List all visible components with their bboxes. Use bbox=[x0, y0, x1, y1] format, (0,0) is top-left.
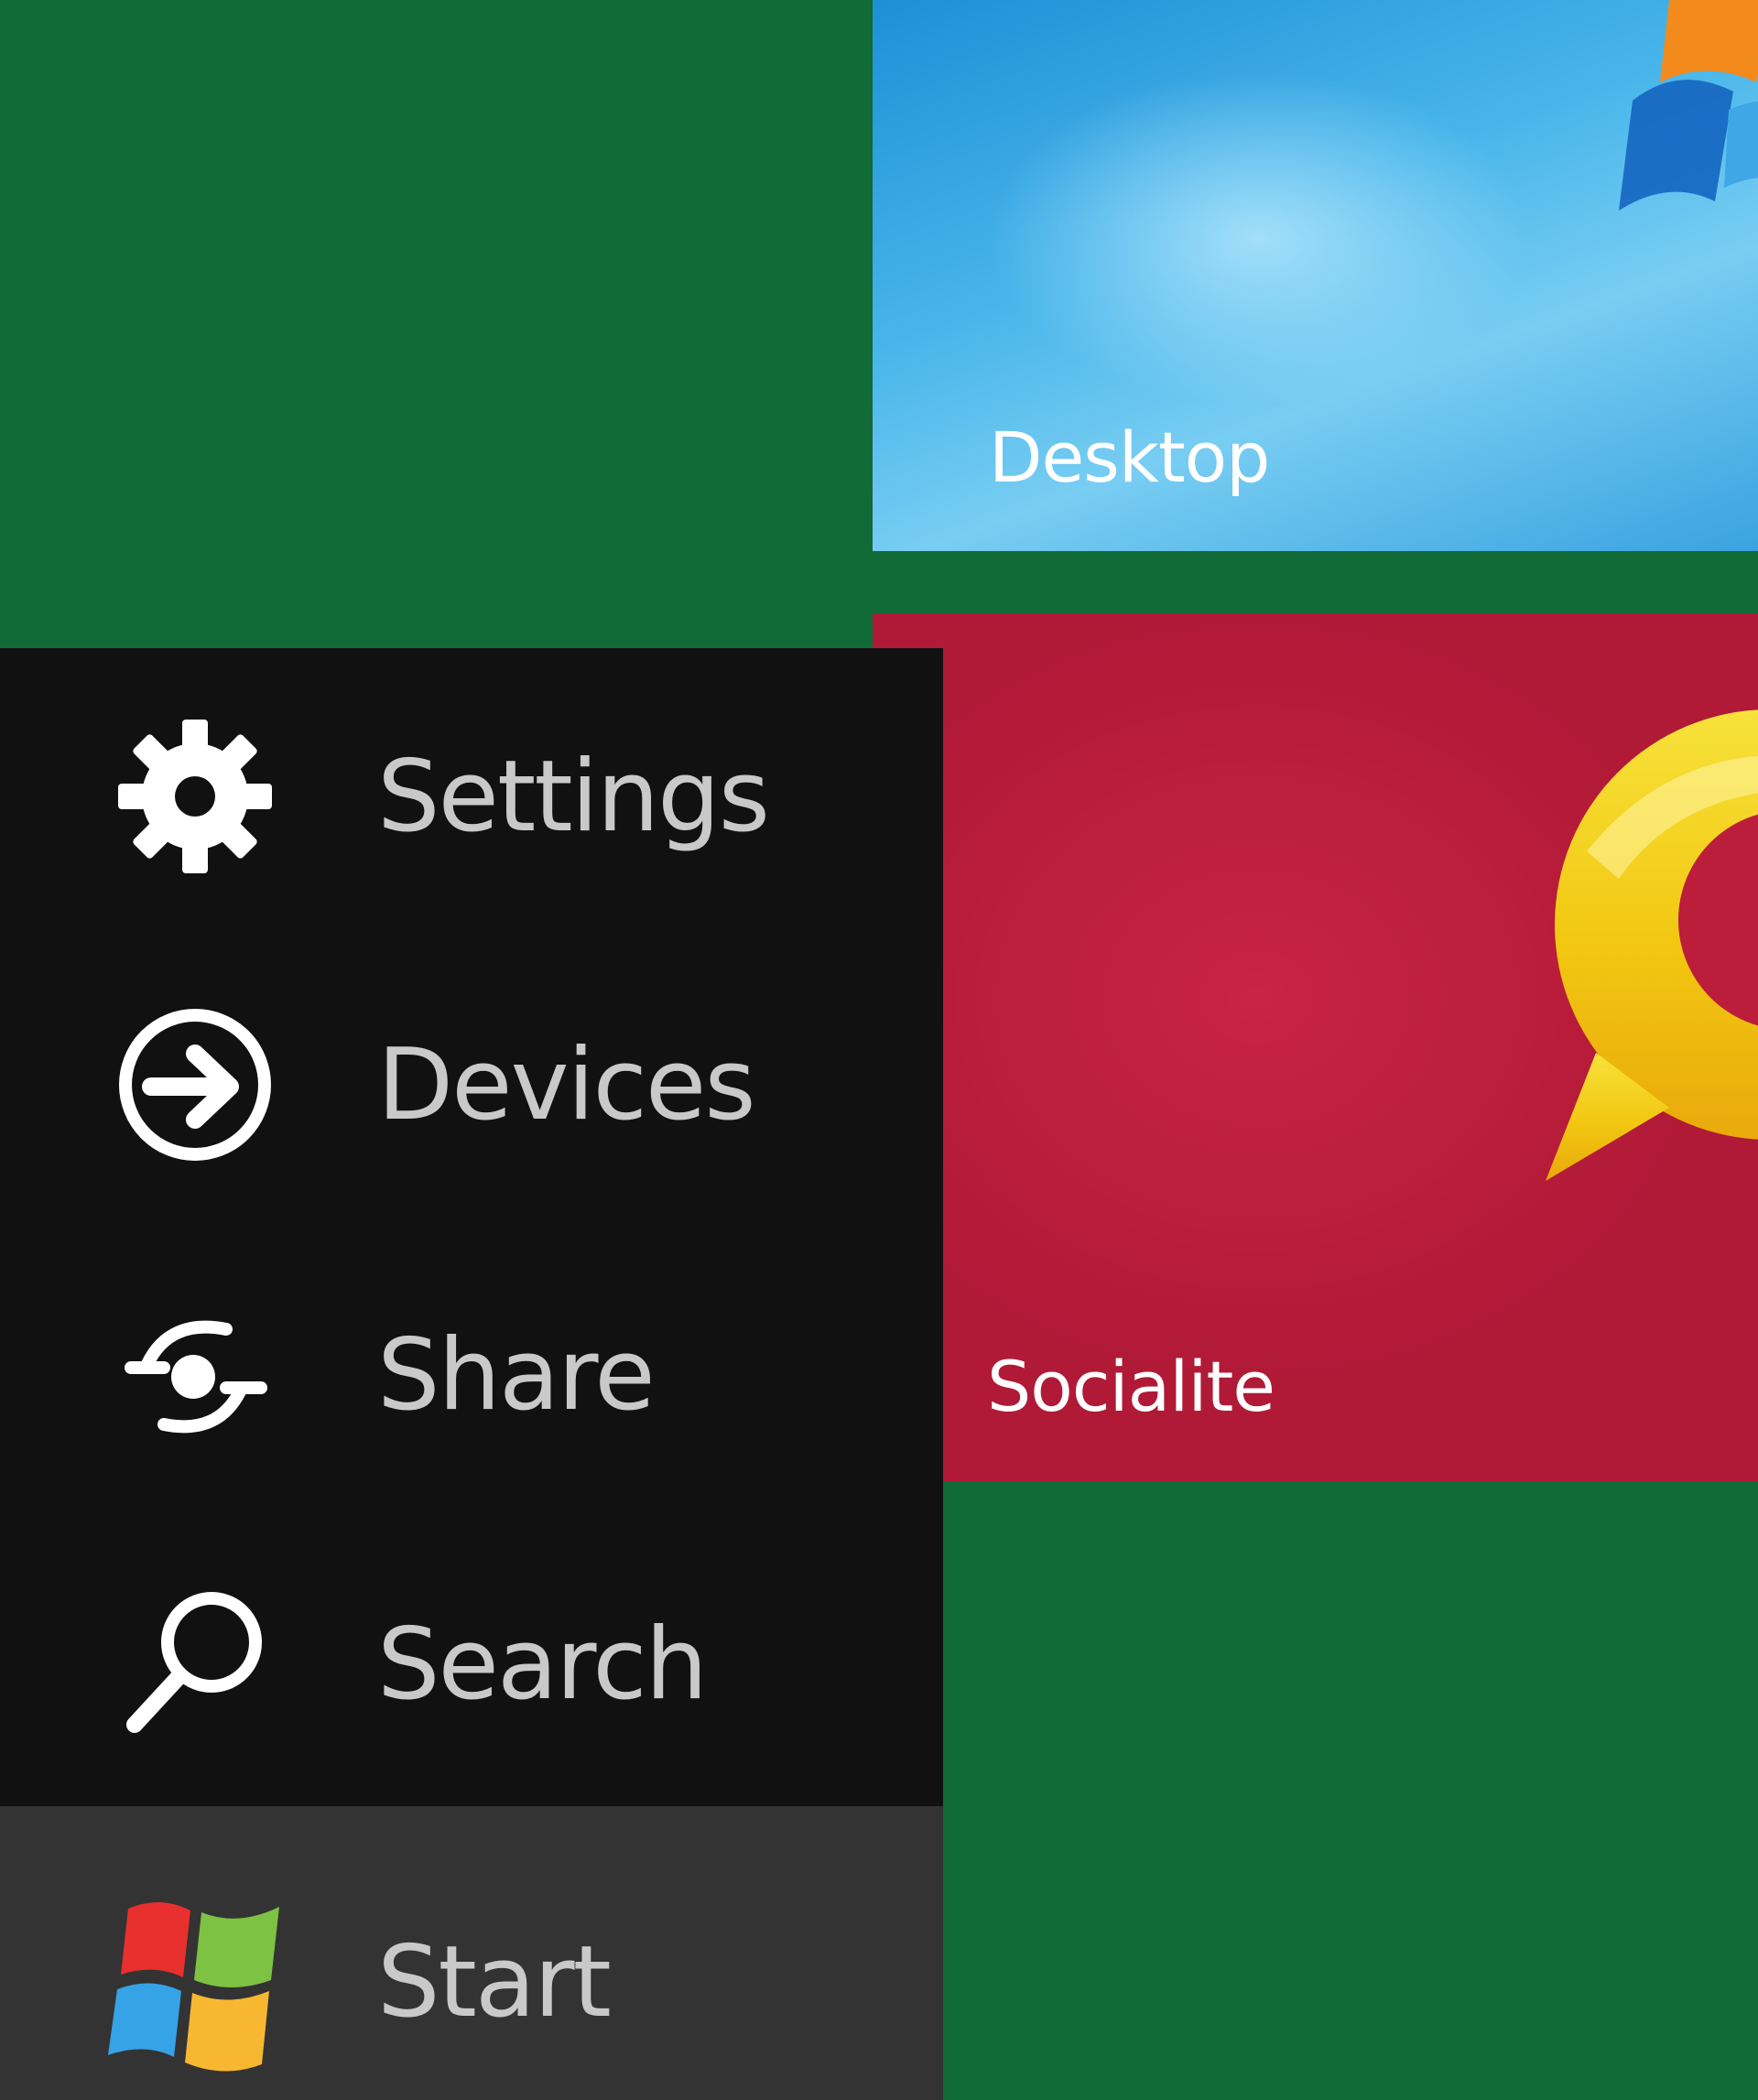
charm-share[interactable]: Share bbox=[0, 1227, 943, 1501]
socialite-tile[interactable]: Socialite bbox=[873, 613, 1758, 1481]
charm-devices[interactable]: Devices bbox=[0, 936, 943, 1211]
charm-settings[interactable]: Settings bbox=[0, 648, 943, 923]
socialite-tile-label: Socialite bbox=[987, 1346, 1275, 1427]
share-icon bbox=[108, 1288, 282, 1462]
search-icon bbox=[108, 1577, 282, 1751]
charm-share-label: Share bbox=[377, 1318, 656, 1433]
charms-bar: Settings Devices Share Search Start bbox=[0, 648, 943, 2100]
charm-start-label: Start bbox=[377, 1925, 612, 2040]
charm-settings-label: Settings bbox=[377, 740, 770, 854]
desktop-tile-label: Desktop bbox=[989, 417, 1270, 498]
start-screen: Desktop Socialite Settings Devices Share… bbox=[0, 0, 1758, 2100]
gear-icon bbox=[108, 709, 282, 883]
charm-devices-label: Devices bbox=[377, 1028, 756, 1142]
windows-logo-icon bbox=[92, 1890, 302, 2083]
charm-search[interactable]: Search bbox=[0, 1516, 943, 1791]
charm-start[interactable]: Start bbox=[0, 1806, 943, 2100]
speech-bubble-icon bbox=[1546, 709, 1758, 1181]
windows-flag-wallpaper-icon bbox=[1619, 0, 1758, 211]
desktop-tile[interactable]: Desktop bbox=[873, 0, 1758, 551]
devices-arrow-icon bbox=[108, 998, 282, 1172]
charm-search-label: Search bbox=[377, 1607, 708, 1722]
